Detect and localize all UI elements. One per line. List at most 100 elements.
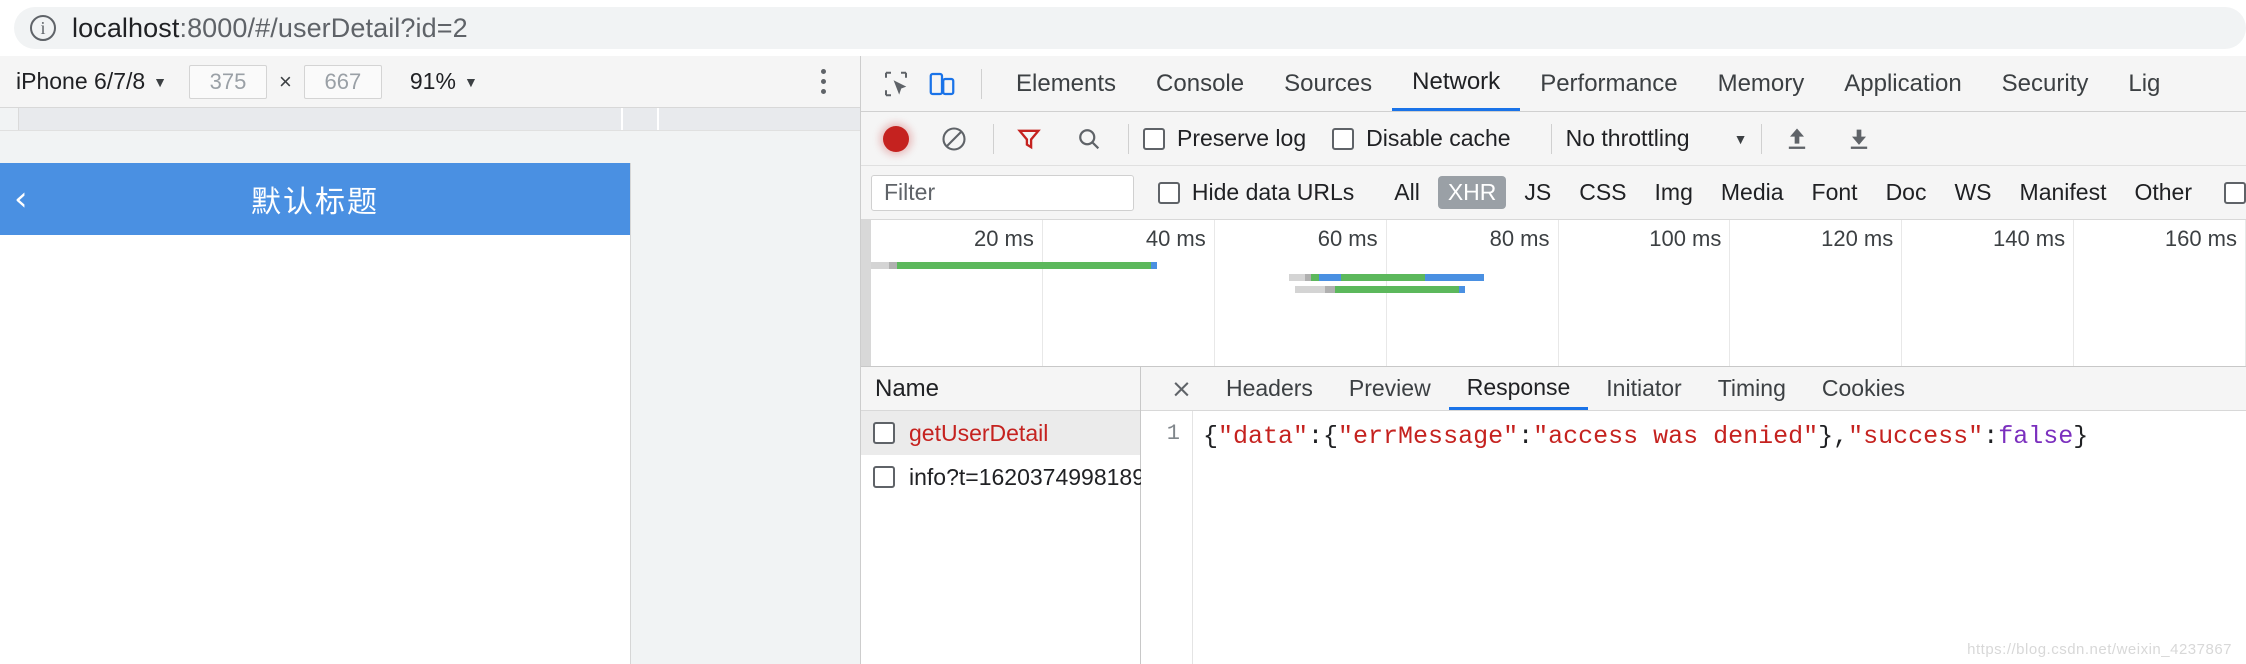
filter-type-doc[interactable]: Doc bbox=[1876, 176, 1937, 209]
import-har-icon[interactable] bbox=[1776, 118, 1818, 160]
devtools-panel: Elements Console Sources Network Perform… bbox=[861, 56, 2246, 664]
throttling-value: No throttling bbox=[1565, 125, 1690, 151]
filter-type-all[interactable]: All bbox=[1384, 176, 1430, 209]
preserve-log-checkbox[interactable]: Preserve log bbox=[1143, 125, 1306, 152]
tick-label: 40 ms bbox=[1145, 226, 1206, 251]
omnibox[interactable]: i localhost:8000/#/userDetail?id=2 bbox=[14, 7, 2246, 49]
line-number: 1 bbox=[1141, 411, 1193, 664]
filter-type-other[interactable]: Other bbox=[2124, 176, 2202, 209]
timeline-tick: 80 ms bbox=[1387, 220, 1559, 366]
json-token: "errMessage" bbox=[1338, 422, 1519, 451]
timeline-left-handle[interactable] bbox=[861, 220, 871, 366]
request-timing-bar bbox=[1295, 286, 1465, 293]
response-body-viewer[interactable]: 1 {"data":{"errMessage":"access was deni… bbox=[1141, 411, 2246, 664]
filter-type-js[interactable]: JS bbox=[1514, 176, 1561, 209]
divider bbox=[1761, 123, 1763, 154]
tab-cookies[interactable]: Cookies bbox=[1804, 367, 1923, 410]
chevron-down-icon: ▼ bbox=[463, 73, 478, 90]
json-token: false bbox=[1998, 422, 2074, 451]
emulated-viewport: ‹ 默认标题 bbox=[0, 131, 860, 664]
tick-label: 60 ms bbox=[1317, 226, 1378, 251]
tab-performance[interactable]: Performance bbox=[1520, 56, 1697, 111]
search-icon[interactable] bbox=[1068, 118, 1110, 160]
request-timing-bar bbox=[871, 262, 1157, 269]
site-info-icon[interactable]: i bbox=[30, 15, 56, 41]
tab-network[interactable]: Network bbox=[1392, 56, 1521, 111]
browser-url-bar: i localhost:8000/#/userDetail?id=2 bbox=[0, 0, 2246, 57]
json-token: "data" bbox=[1218, 422, 1309, 451]
viewport-height-input[interactable]: 667 bbox=[303, 64, 382, 99]
tick-label: 160 ms bbox=[2164, 226, 2237, 251]
timeline-tick: 40 ms bbox=[1043, 220, 1215, 366]
filter-type-xhr[interactable]: XHR bbox=[1437, 176, 1507, 209]
ruler-segment bbox=[623, 108, 659, 130]
network-toolbar: Preserve log Disable cache No throttling… bbox=[861, 112, 2246, 166]
export-har-icon[interactable] bbox=[1838, 118, 1880, 160]
device-selector[interactable]: iPhone 6/7/8 ▼ bbox=[16, 68, 167, 95]
filter-type-ws[interactable]: WS bbox=[1944, 176, 2001, 209]
column-header-name[interactable]: Name bbox=[861, 367, 1140, 411]
json-token: "access was denied" bbox=[1533, 422, 1819, 451]
watermark: https://blog.csdn.net/weixin_4237867 bbox=[1967, 641, 2232, 658]
tab-application[interactable]: Application bbox=[1824, 56, 1981, 111]
tab-preview[interactable]: Preview bbox=[1331, 367, 1449, 410]
row-checkbox[interactable] bbox=[873, 422, 895, 444]
json-token: : bbox=[1983, 422, 1999, 451]
divider bbox=[981, 68, 982, 99]
tab-timing[interactable]: Timing bbox=[1700, 367, 1804, 410]
table-row[interactable]: getUserDetail bbox=[861, 411, 1140, 455]
tab-console[interactable]: Console bbox=[1136, 56, 1264, 111]
tick-label: 80 ms bbox=[1489, 226, 1550, 251]
disable-cache-label: Disable cache bbox=[1366, 125, 1511, 151]
url-host: localhost bbox=[72, 12, 180, 43]
network-overview-timeline[interactable]: 20 ms 40 ms 60 ms 80 ms 100 ms 120 ms 14… bbox=[861, 220, 2246, 367]
tab-lighthouse[interactable]: Lig bbox=[2108, 56, 2180, 111]
toggle-device-toolbar-icon[interactable] bbox=[921, 63, 963, 105]
request-timing-bar bbox=[1289, 274, 1484, 281]
tab-memory[interactable]: Memory bbox=[1698, 56, 1825, 111]
tab-initiator[interactable]: Initiator bbox=[1588, 367, 1699, 410]
back-chevron-icon[interactable]: ‹ bbox=[14, 182, 28, 216]
zoom-selector[interactable]: 91% ▼ bbox=[410, 68, 478, 95]
hide-data-urls-checkbox[interactable]: Hide data URLs bbox=[1157, 179, 1355, 206]
filter-funnel-icon[interactable] bbox=[1008, 118, 1050, 160]
request-name: info?t=1620374998189 bbox=[909, 463, 1145, 490]
viewport-width-input[interactable]: 375 bbox=[189, 64, 268, 99]
filter-input[interactable]: Filter bbox=[871, 174, 1134, 211]
tab-sources[interactable]: Sources bbox=[1264, 56, 1392, 111]
ruler-segment bbox=[659, 108, 860, 130]
disable-cache-checkbox[interactable]: Disable cache bbox=[1332, 125, 1511, 152]
device-emulation-pane: iPhone 6/7/8 ▼ 375 × 667 91% ▼ ‹ 默认标题 bbox=[0, 56, 861, 664]
throttling-selector[interactable]: No throttling ▼ bbox=[1566, 125, 1748, 152]
device-name-label: iPhone 6/7/8 bbox=[16, 68, 146, 94]
filter-type-font[interactable]: Font bbox=[1802, 176, 1868, 209]
json-token: :{ bbox=[1308, 422, 1339, 451]
filter-type-media[interactable]: Media bbox=[1711, 176, 1794, 209]
timeline-tick: 140 ms bbox=[1902, 220, 2075, 366]
request-name: getUserDetail bbox=[909, 419, 1049, 446]
more-vertical-icon[interactable] bbox=[810, 65, 836, 99]
row-checkbox[interactable] bbox=[873, 466, 895, 488]
tab-elements[interactable]: Elements bbox=[996, 56, 1136, 111]
clear-icon[interactable] bbox=[933, 118, 975, 160]
record-button-icon[interactable] bbox=[875, 118, 917, 160]
detail-tabbar: × Headers Preview Response Initiator Tim… bbox=[1141, 367, 2246, 411]
timeline-tick: 120 ms bbox=[1730, 220, 1903, 366]
json-token: } bbox=[2073, 422, 2089, 451]
url-path: :8000/#/userDetail?id=2 bbox=[179, 12, 468, 43]
filter-type-manifest[interactable]: Manifest bbox=[2010, 176, 2117, 209]
tick-label: 100 ms bbox=[1649, 226, 1722, 251]
tab-headers[interactable]: Headers bbox=[1208, 367, 1331, 410]
filter-type-img[interactable]: Img bbox=[1645, 176, 1703, 209]
close-icon[interactable]: × bbox=[1155, 374, 1208, 403]
tab-response[interactable]: Response bbox=[1448, 367, 1589, 410]
hide-data-urls-label: Hide data URLs bbox=[1191, 179, 1355, 205]
filter-type-css[interactable]: CSS bbox=[1569, 176, 1636, 209]
json-token: "success" bbox=[1848, 422, 1984, 451]
overflow-checkbox[interactable] bbox=[2224, 181, 2246, 204]
request-list: Name getUserDetail info?t=1620374998189 bbox=[861, 367, 1145, 664]
tab-security[interactable]: Security bbox=[1982, 56, 2109, 111]
chevron-down-icon: ▼ bbox=[1733, 130, 1748, 147]
inspect-element-icon[interactable] bbox=[875, 63, 917, 105]
table-row[interactable]: info?t=1620374998189 bbox=[861, 455, 1145, 499]
